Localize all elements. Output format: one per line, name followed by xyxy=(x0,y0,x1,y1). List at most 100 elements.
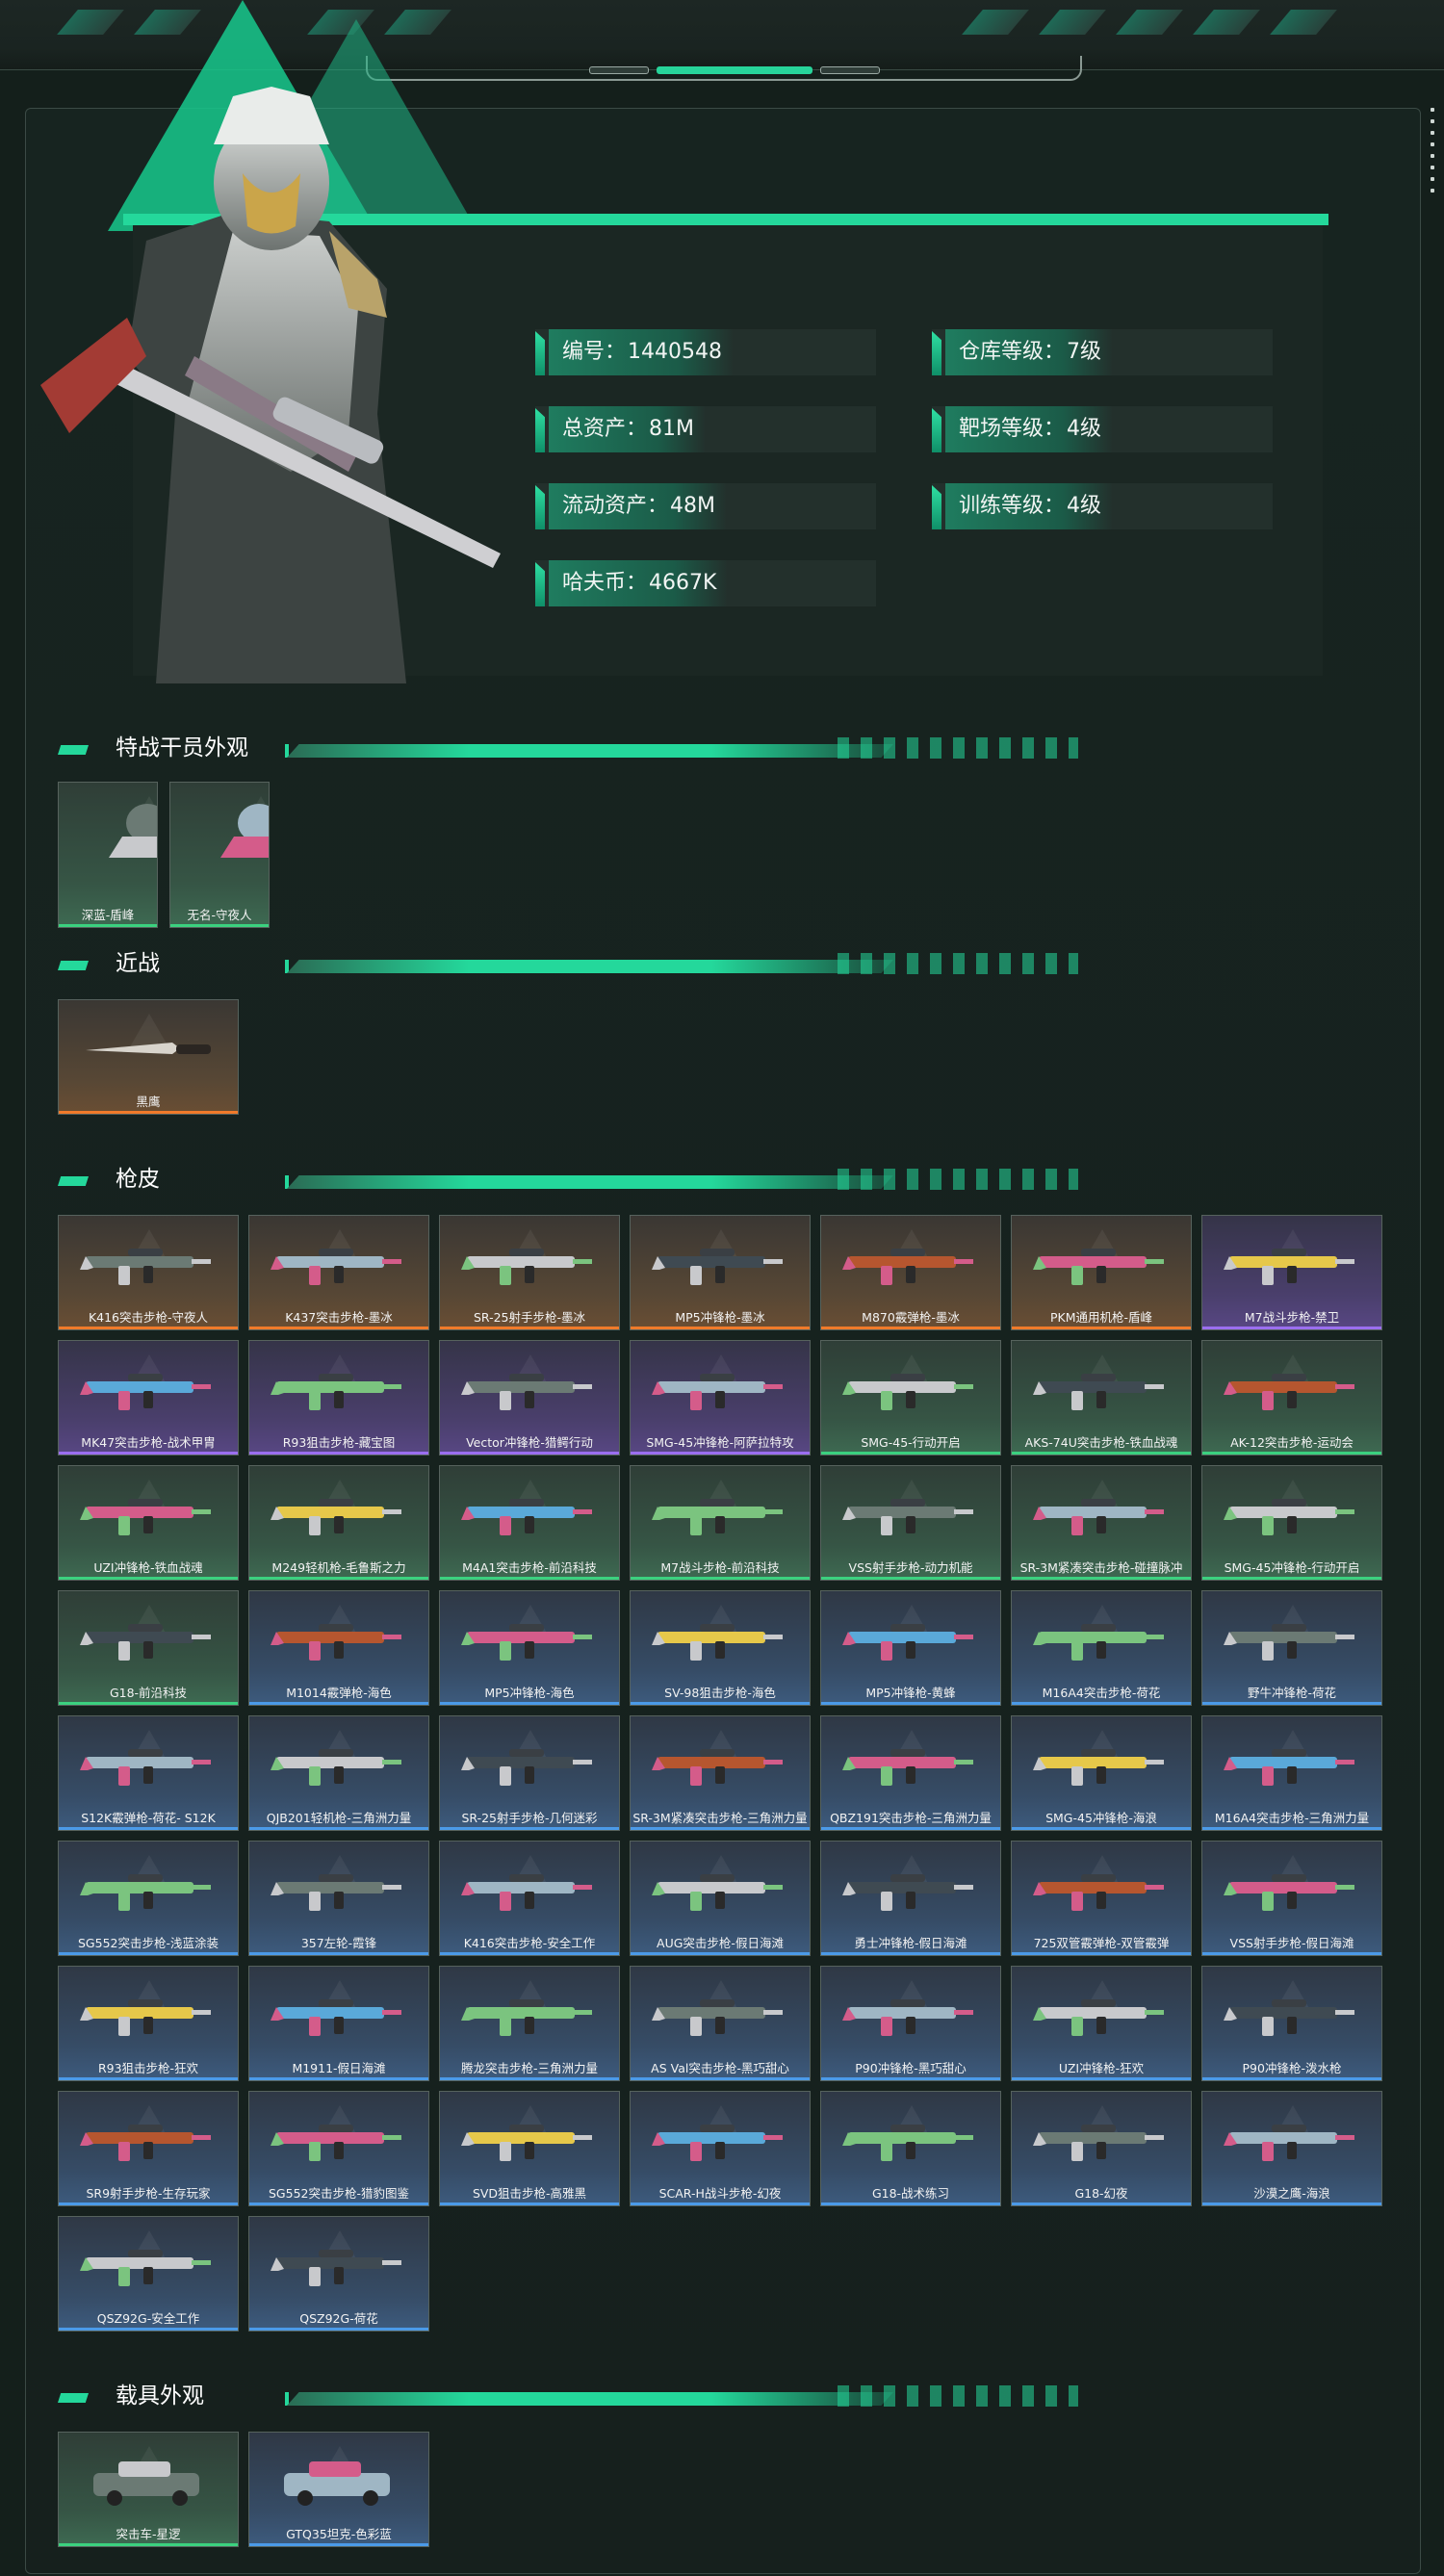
rarity-bar xyxy=(249,1452,428,1455)
agent-skin-card[interactable]: 深蓝-盾峰 xyxy=(58,782,158,928)
weapon-icon xyxy=(461,2125,592,2161)
weapon-skin-card[interactable]: M16A4突击步枪-三角洲力量 xyxy=(1201,1715,1382,1831)
weapon-skin-card[interactable]: G18-前沿科技 xyxy=(58,1590,239,1706)
weapon-skin-card[interactable]: AS Val突击步枪-黑巧甜心 xyxy=(630,1966,811,2081)
rarity-bar xyxy=(631,1827,810,1830)
weapon-skin-card[interactable]: MP5冲锋枪-墨冰 xyxy=(630,1215,811,1330)
item-label: PKM通用机枪-盾峰 xyxy=(1049,1310,1153,1325)
header-stripe xyxy=(1116,10,1183,35)
weapon-skin-card[interactable]: P90冲锋枪-黑巧甜心 xyxy=(820,1966,1001,2081)
weapon-skin-card[interactable]: M4A1突击步枪-前沿科技 xyxy=(439,1465,620,1581)
weapon-skin-card[interactable]: SCAR-H战斗步枪-幻夜 xyxy=(630,2091,811,2206)
item-label: Vector冲锋枪-猎鳄行动 xyxy=(466,1435,593,1450)
weapon-icon xyxy=(80,1499,211,1535)
weapon-skin-card[interactable]: G18-幻夜 xyxy=(1011,2091,1192,2206)
weapon-skin-card[interactable]: MK47突击步枪-战术甲胄 xyxy=(58,1340,239,1455)
weapon-skin-card[interactable]: AUG突击步枪-假日海滩 xyxy=(630,1841,811,1956)
vehicle-skin-card[interactable]: GTQ35坦克-色彩蓝 xyxy=(248,2432,429,2547)
weapon-skin-card[interactable]: UZI冲锋枪-狂欢 xyxy=(1011,1966,1192,2081)
rarity-bar xyxy=(631,1452,810,1455)
item-label: K437突击步枪-墨冰 xyxy=(285,1310,393,1325)
weapon-skin-card[interactable]: SR-3M紧凑突击步枪-碰撞脉冲 xyxy=(1011,1465,1192,1581)
weapon-skin-card[interactable]: PKM通用机枪-盾峰 xyxy=(1011,1215,1192,1330)
weapon-skin-card[interactable]: VSS射手步枪-假日海滩 xyxy=(1201,1841,1382,1956)
weapon-skin-card[interactable]: SR9射手步枪-生存玩家 xyxy=(58,2091,239,2206)
item-label: P90冲锋枪-黑巧甜心 xyxy=(855,2061,967,2075)
item-label: 野牛冲锋枪-荷花 xyxy=(1247,1686,1336,1700)
weapon-skin-card[interactable]: QJB201轻机枪-三角洲力量 xyxy=(248,1715,429,1831)
item-label: M1014霰弹枪-海色 xyxy=(286,1686,392,1700)
weapon-skin-card[interactable]: P90冲锋枪-泼水枪 xyxy=(1201,1966,1382,2081)
item-label: QBZ191突击步枪-三角洲力量 xyxy=(830,1811,992,1825)
weapon-skin-card[interactable]: 沙漠之鹰-海浪 xyxy=(1201,2091,1382,2206)
weapon-icon xyxy=(1224,1749,1354,1786)
weapon-skin-card[interactable]: UZI冲锋枪-铁血战魂 xyxy=(58,1465,239,1581)
weapon-skin-card[interactable]: G18-战术练习 xyxy=(820,2091,1001,2206)
melee-skin-card[interactable]: 黑鹰 xyxy=(58,999,239,1115)
weapon-skin-card[interactable]: QSZ92G-荷花 xyxy=(248,2216,429,2331)
weapon-skin-card[interactable]: SR-25射手步枪-墨冰 xyxy=(439,1215,620,1330)
weapon-skin-card[interactable]: R93狙击步枪-狂欢 xyxy=(58,1966,239,2081)
weapon-skin-card[interactable]: M1911-假日海滩 xyxy=(248,1966,429,2081)
item-label: 725双管霰弹枪-双管霰弹 xyxy=(1033,1936,1170,1950)
scrollbar[interactable] xyxy=(1431,108,1436,193)
weapon-icon xyxy=(1033,1874,1164,1911)
rarity-bar xyxy=(249,1327,428,1329)
weapon-icon xyxy=(271,1749,401,1786)
weapon-skin-card[interactable]: M7战斗步枪-前沿科技 xyxy=(630,1465,811,1581)
weapon-icon xyxy=(842,1499,973,1535)
weapon-skin-card[interactable]: 357左轮-霞锋 xyxy=(248,1841,429,1956)
weapon-skin-card[interactable]: K416突击步枪-守夜人 xyxy=(58,1215,239,1330)
rarity-bar xyxy=(821,2077,1000,2080)
weapon-skin-card[interactable]: QSZ92G-安全工作 xyxy=(58,2216,239,2331)
weapon-skin-card[interactable]: MP5冲锋枪-黄蜂 xyxy=(820,1590,1001,1706)
weapon-skin-card[interactable]: SV-98狙击步枪-海色 xyxy=(630,1590,811,1706)
weapon-skin-card[interactable]: SR-25射手步枪-几何迷彩 xyxy=(439,1715,620,1831)
weapon-skin-card[interactable]: SG552突击步枪-猎豹图鉴 xyxy=(248,2091,429,2206)
weapon-skin-card[interactable]: VSS射手步枪-动力机能 xyxy=(820,1465,1001,1581)
weapon-icon xyxy=(271,1624,401,1661)
weapon-skin-card[interactable]: SR-3M紧凑突击步枪-三角洲力量 xyxy=(630,1715,811,1831)
weapon-icon xyxy=(461,1374,592,1410)
weapon-skin-card[interactable]: 腾龙突击步枪-三角洲力量 xyxy=(439,1966,620,2081)
weapon-skin-card[interactable]: QBZ191突击步枪-三角洲力量 xyxy=(820,1715,1001,1831)
weapon-icon xyxy=(461,1499,592,1535)
item-label: P90冲锋枪-泼水枪 xyxy=(1242,2061,1342,2075)
weapon-icon xyxy=(1224,1374,1354,1410)
weapon-skin-card[interactable]: 725双管霰弹枪-双管霰弹 xyxy=(1011,1841,1192,1956)
weapon-skin-card[interactable]: 勇士冲锋枪-假日海滩 xyxy=(820,1841,1001,1956)
weapon-skin-card[interactable]: K416突击步枪-安全工作 xyxy=(439,1841,620,1956)
rarity-bar xyxy=(631,2202,810,2205)
rarity-bar xyxy=(1202,1827,1381,1830)
weapon-skin-card[interactable]: 野牛冲锋枪-荷花 xyxy=(1201,1590,1382,1706)
weapon-skin-card[interactable]: SMG-45冲锋枪-阿萨拉特攻 xyxy=(630,1340,811,1455)
weapon-skin-card[interactable]: SMG-45冲锋枪-行动开启 xyxy=(1201,1465,1382,1581)
item-label: M7战斗步枪-禁卫 xyxy=(1244,1310,1340,1325)
stat-range-level: 靶场等级：4级 xyxy=(932,406,1273,452)
weapon-skin-card[interactable]: AKS-74U突击步枪-铁血战魂 xyxy=(1011,1340,1192,1455)
weapon-skin-card[interactable]: M870霰弹枪-墨冰 xyxy=(820,1215,1001,1330)
weapon-icon xyxy=(1033,1624,1164,1661)
weapon-skin-card[interactable]: AK-12突击步枪-运动会 xyxy=(1201,1340,1382,1455)
item-label: M16A4突击步枪-三角洲力量 xyxy=(1214,1811,1370,1825)
vehicle-skin-card[interactable]: 突击车-星逻 xyxy=(58,2432,239,2547)
weapon-skin-card[interactable]: R93狙击步枪-藏宝图 xyxy=(248,1340,429,1455)
weapon-skin-card[interactable]: SMG-45-行动开启 xyxy=(820,1340,1001,1455)
weapon-skin-card[interactable]: M1014霰弹枪-海色 xyxy=(248,1590,429,1706)
weapon-skin-card[interactable]: M249轻机枪-毛鲁斯之力 xyxy=(248,1465,429,1581)
weapon-skin-card[interactable]: MP5冲锋枪-海色 xyxy=(439,1590,620,1706)
weapon-skin-card[interactable]: SMG-45冲锋枪-海浪 xyxy=(1011,1715,1192,1831)
item-label: QJB201轻机枪-三角洲力量 xyxy=(266,1811,412,1825)
rarity-bar xyxy=(821,1827,1000,1830)
agent-skin-card[interactable]: 无名-守夜人 xyxy=(169,782,270,928)
weapon-skin-card[interactable]: SG552突击步枪-浅蓝涂装 xyxy=(58,1841,239,1956)
weapon-skin-card[interactable]: M7战斗步枪-禁卫 xyxy=(1201,1215,1382,1330)
item-label: 沙漠之鹰-海浪 xyxy=(1253,2186,1330,2201)
weapon-skin-card[interactable]: Vector冲锋枪-猎鳄行动 xyxy=(439,1340,620,1455)
rarity-bar xyxy=(440,1952,619,1955)
weapon-skin-card[interactable]: M16A4突击步枪-荷花 xyxy=(1011,1590,1192,1706)
weapon-skin-card[interactable]: S12K霰弹枪-荷花- S12K xyxy=(58,1715,239,1831)
weapon-skin-card[interactable]: K437突击步枪-墨冰 xyxy=(248,1215,429,1330)
item-label: 突击车-星逻 xyxy=(116,2527,181,2541)
weapon-skin-card[interactable]: SVD狙击步枪-高雅黑 xyxy=(439,2091,620,2206)
